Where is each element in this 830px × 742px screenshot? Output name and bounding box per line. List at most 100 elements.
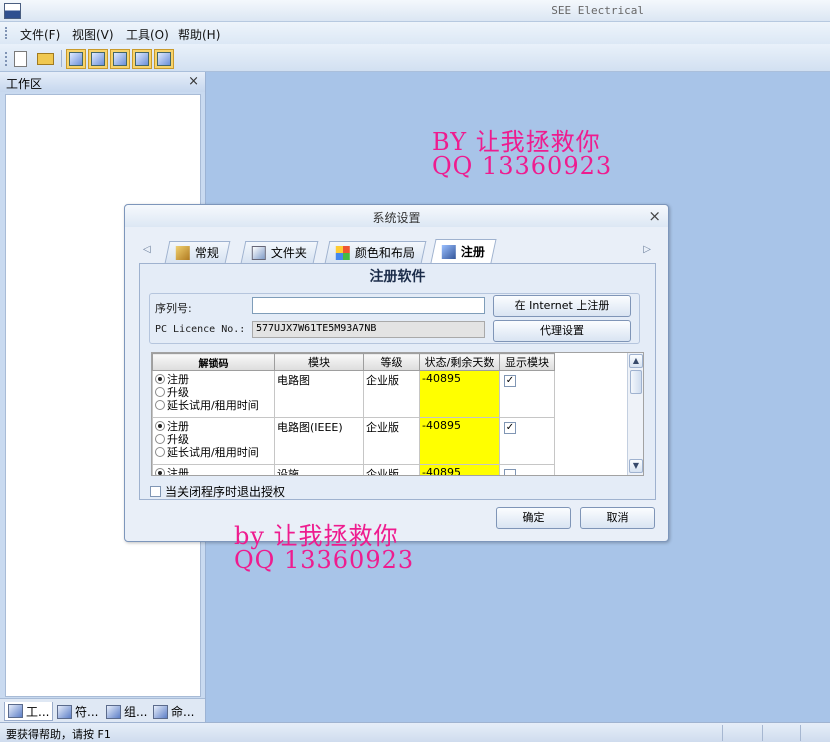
status-cell: -40895: [419, 370, 500, 418]
workspace-tabs: 工... 符... 组... 命...: [0, 698, 205, 722]
dialog-titlebar[interactable]: 系统设置 ×: [125, 205, 668, 227]
tab-scroll-left-icon[interactable]: ◁: [143, 244, 151, 255]
tool-2-icon[interactable]: [88, 49, 108, 69]
radio-button[interactable]: [155, 433, 165, 444]
col-unlock-code[interactable]: 解锁码: [152, 353, 275, 371]
tool-4-icon[interactable]: [132, 49, 152, 69]
workspace-tab-workspace[interactable]: 工...: [4, 702, 54, 721]
status-cell: -40895: [419, 417, 500, 465]
tab-registration[interactable]: 注册: [430, 239, 497, 263]
workspace-close-icon[interactable]: ×: [188, 74, 199, 89]
radio-button[interactable]: [155, 467, 165, 475]
status-pane-divider: [762, 725, 763, 741]
radio-extend[interactable]: 延长试用/租用时间: [155, 398, 272, 412]
tool-5-icon[interactable]: [154, 49, 174, 69]
scroll-down-icon[interactable]: ▼: [629, 459, 643, 473]
radio-button[interactable]: [155, 373, 165, 384]
tab-folders[interactable]: 文件夹: [240, 241, 319, 263]
tab-label: 文件夹: [270, 246, 307, 260]
window-titlebar: SEE Electrical: [0, 0, 830, 22]
show-module-checkbox[interactable]: ✓: [504, 375, 516, 387]
serial-label: 序列号:: [155, 302, 192, 315]
open-folder-icon[interactable]: [37, 53, 54, 65]
logout-on-close-label: 当关闭程序时退出授权: [165, 485, 286, 499]
module-cell: 电路图: [274, 370, 364, 418]
table-header-row: 解锁码 模块 等级 状态/剩余天数 显示模块: [152, 353, 555, 371]
level-cell: 企业版: [363, 417, 420, 465]
cancel-button[interactable]: 取消: [580, 507, 655, 529]
symbols-icon: [57, 704, 72, 719]
radio-button[interactable]: [155, 399, 165, 410]
tab-label: 颜色和布局: [354, 246, 415, 260]
new-file-icon[interactable]: [14, 51, 27, 67]
radio-label: 延长试用/租用时间: [167, 445, 259, 459]
show-module-cell: ✓: [499, 417, 555, 465]
registration-title: 注册软件: [369, 269, 426, 285]
col-level[interactable]: 等级: [363, 353, 420, 371]
workspace-title: 工作区: [6, 77, 43, 91]
show-module-checkbox[interactable]: ✓: [504, 422, 516, 434]
module-table: 解锁码 模块 等级 状态/剩余天数 显示模块 注册 升级 延长试用/租用时间 电…: [151, 352, 644, 476]
menubar-grip[interactable]: [5, 27, 8, 39]
show-module-checkbox[interactable]: [504, 469, 516, 475]
unlock-options-cell: 注册: [152, 464, 275, 476]
menu-file[interactable]: 文件(F): [20, 26, 60, 43]
workspace-tab-label: 命...: [171, 705, 195, 719]
table-row: 注册 升级 延长试用/租用时间 电路图(IEEE) 企业版 -40895 ✓: [152, 417, 555, 465]
workspace-tab-label: 工...: [26, 704, 50, 719]
licence-number-field: 577UJX7W61TE5M93A7NB: [252, 321, 485, 338]
status-pane-divider: [722, 725, 723, 741]
module-cell: 设施: [274, 464, 364, 475]
tab-label: 注册: [460, 245, 485, 259]
radio-register[interactable]: 注册: [155, 466, 272, 476]
toolbar: [0, 44, 830, 72]
serial-input[interactable]: [252, 297, 485, 314]
radio-button[interactable]: [155, 420, 165, 431]
menu-view[interactable]: 视图(V): [72, 26, 114, 43]
scroll-up-icon[interactable]: ▲: [629, 354, 643, 368]
scroll-thumb[interactable]: [630, 370, 642, 394]
tab-colors-layout[interactable]: 颜色和布局: [324, 241, 427, 263]
col-module[interactable]: 模块: [274, 353, 364, 371]
workspace-tab-label: 组...: [124, 705, 148, 719]
menu-help[interactable]: 帮助(H): [178, 26, 220, 43]
col-show-module[interactable]: 显示模块: [499, 353, 555, 371]
table-scrollbar[interactable]: ▲ ▼: [627, 353, 643, 475]
radio-button[interactable]: [155, 386, 165, 397]
table-row: 注册 升级 延长试用/租用时间 电路图 企业版 -40895 ✓: [152, 370, 555, 418]
proxy-settings-button[interactable]: 代理设置: [493, 320, 631, 342]
workspace-tab-symbols[interactable]: 符...: [54, 702, 101, 721]
workspace-tab-commands[interactable]: 命...: [150, 702, 197, 721]
tool-1-icon[interactable]: [66, 49, 86, 69]
workspace-tab-components[interactable]: 组...: [103, 702, 150, 721]
logout-on-close-checkbox[interactable]: [150, 486, 161, 497]
tab-scroll-right-icon[interactable]: ▷: [643, 244, 651, 255]
logout-on-close-option[interactable]: 当关闭程序时退出授权: [150, 483, 285, 500]
folders-icon: [251, 245, 266, 260]
register-online-button[interactable]: 在 Internet 上注册: [493, 295, 631, 317]
workspace-header: 工作区 ×: [0, 72, 205, 92]
toolbar-grip[interactable]: [5, 52, 8, 66]
radio-extend[interactable]: 延长试用/租用时间: [155, 445, 272, 459]
app-title: SEE Electrical: [551, 4, 644, 17]
menu-tools[interactable]: 工具(O): [126, 26, 169, 43]
radio-label: 注册: [167, 466, 189, 476]
module-cell: 电路图(IEEE): [274, 417, 364, 465]
ok-button[interactable]: 确定: [496, 507, 571, 529]
workspace-icon: [8, 704, 23, 718]
unlock-options-cell: 注册 升级 延长试用/租用时间: [152, 417, 275, 465]
status-pane-divider: [800, 725, 801, 741]
radio-label: 延长试用/租用时间: [167, 398, 259, 412]
tab-general[interactable]: 常规: [164, 241, 231, 263]
col-status[interactable]: 状态/剩余天数: [419, 353, 500, 371]
watermark-bottom-line2: QQ 13360923: [234, 546, 415, 574]
dialog-close-icon[interactable]: ×: [648, 207, 661, 225]
commands-icon: [153, 704, 168, 719]
general-icon: [175, 245, 190, 260]
workspace-tab-label: 符...: [75, 705, 99, 719]
tool-3-icon[interactable]: [110, 49, 130, 69]
status-text: 要获得帮助，请按 F1: [6, 728, 111, 741]
level-cell: 企业版: [363, 370, 420, 418]
table-row: 注册 设施 企业版 -40895: [152, 464, 555, 476]
radio-button[interactable]: [155, 446, 165, 457]
